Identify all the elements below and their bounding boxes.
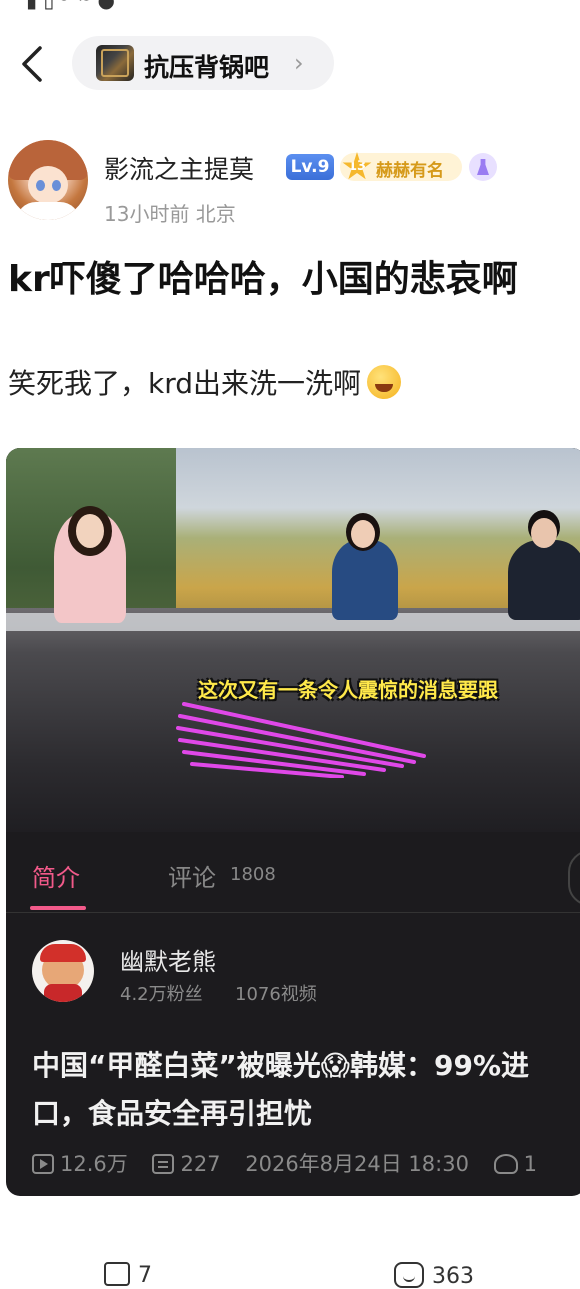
online-count: 1 (523, 1152, 538, 1176)
level-badge: Lv.9 (286, 154, 334, 180)
honor-badge: 13 赫赫有名 (340, 152, 462, 181)
share-button[interactable]: 7 (104, 1262, 152, 1288)
uploader-fans: 4.2万粉丝 (120, 984, 203, 1005)
chevron-left-icon (22, 46, 42, 82)
post-title: kr吓傻了哈哈哈，小国的悲哀啊 (8, 259, 518, 300)
view-count: 12.6万 (60, 1152, 128, 1176)
laughing-emoji-icon (367, 365, 402, 399)
honor-label: 赫赫有名 (376, 161, 444, 181)
video-stats: 12.6万 227 2026年8月24日 18:30 1 (32, 1148, 537, 1178)
tab-active-indicator (30, 906, 86, 910)
video-player[interactable]: 这次又有一条令人震惊的消息要跟 (6, 448, 580, 832)
flask-icon (469, 153, 497, 181)
publish-datetime: 2026年8月24日 18:30 (245, 1152, 469, 1176)
post-body: 笑死我了，krd出来洗一洗啊 (8, 362, 402, 402)
post-body-text: 笑死我了，krd出来洗一洗啊 (8, 367, 362, 400)
video-title-line1: 中国“甲醛白菜”被曝光😱韩媒：99%进 (32, 1049, 530, 1082)
author-name[interactable]: 影流之主提莫 (104, 150, 254, 186)
like-button[interactable]: 363 (394, 1262, 474, 1289)
comment-count: 1808 (230, 864, 276, 885)
back-button[interactable] (14, 40, 54, 88)
video-card[interactable]: 这次又有一条令人震惊的消息要跟 简介 评论 1808 幽默老熊 4.2万粉丝 1… (6, 448, 580, 1196)
uploader-avatar[interactable] (32, 940, 94, 1002)
decorative-lines (176, 702, 426, 778)
uploader-name[interactable]: 幽默老熊 (120, 942, 216, 977)
like-count: 363 (432, 1264, 474, 1289)
star-icon: 13 (342, 152, 372, 180)
uploader-videos: 1076视频 (235, 984, 317, 1005)
more-button[interactable] (568, 850, 580, 906)
chevron-right-icon: › (294, 49, 304, 77)
share-icon (104, 1262, 130, 1286)
forum-logo (96, 45, 134, 81)
smile-icon (394, 1262, 424, 1288)
video-title-line2: 口，食品安全再引担忧 (32, 1097, 313, 1130)
status-bar: ▮ ▯ ⁵ ⁴⁵ ● (0, 0, 580, 10)
tab-comment[interactable]: 评论 (168, 858, 216, 893)
people-icon (493, 1154, 518, 1174)
tab-intro[interactable]: 简介 (32, 858, 80, 893)
post-meta: 13小时前 北京 (104, 202, 236, 226)
video-subtitle: 这次又有一条令人震惊的消息要跟 (198, 678, 498, 702)
forum-link[interactable]: 抗压背锅吧 › (72, 36, 334, 90)
danmaku-count: 227 (180, 1152, 221, 1176)
video-tabs: 简介 评论 1808 (6, 832, 580, 913)
share-count: 7 (138, 1263, 152, 1288)
danmaku-icon (152, 1154, 175, 1174)
video-title: 中国“甲醛白菜”被曝光😱韩媒：99%进 口，食品安全再引担忧 (32, 1042, 580, 1138)
forum-name: 抗压背锅吧 (144, 53, 270, 82)
author-avatar[interactable] (8, 140, 88, 220)
play-count-icon (32, 1154, 54, 1174)
